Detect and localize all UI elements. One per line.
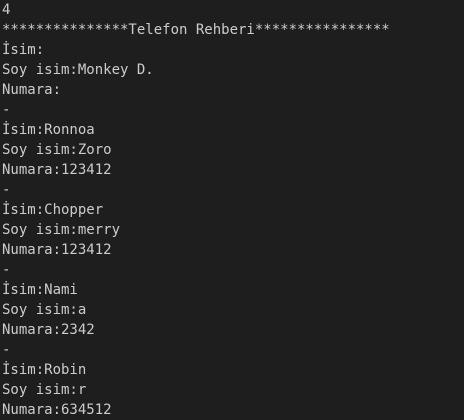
output-line: ***************Telefon Rehberi**********… (2, 22, 390, 38)
output-line: Numara: (2, 82, 62, 98)
output-line: Numara:2342 (2, 322, 95, 338)
output-line: Soy isim:merry (2, 222, 121, 238)
output-line: - (2, 182, 11, 198)
output-line: Soy isim:r (2, 382, 87, 398)
output-line: - (2, 342, 11, 358)
output-line: - (2, 262, 11, 278)
output-line: 4 (2, 2, 11, 18)
output-line: Soy isim:Monkey D. (2, 62, 154, 78)
output-line: İsim:Nami (2, 282, 78, 298)
output-line: - (2, 102, 11, 118)
terminal-output[interactable]: 4 ***************Telefon Rehberi********… (0, 0, 464, 418)
output-line: Numara:123412 (2, 162, 112, 178)
output-line: İsim:Chopper (2, 202, 104, 218)
output-line: Soy isim:Zoro (2, 142, 112, 158)
output-line: Numara:123412 (2, 242, 112, 258)
output-line: Soy isim:a (2, 302, 87, 318)
output-line: İsim:Ronnoa (2, 122, 95, 138)
output-line: İsim:Robin (2, 362, 87, 378)
output-line: Numara:634512 (2, 402, 112, 418)
output-line: İsim: (2, 42, 45, 58)
